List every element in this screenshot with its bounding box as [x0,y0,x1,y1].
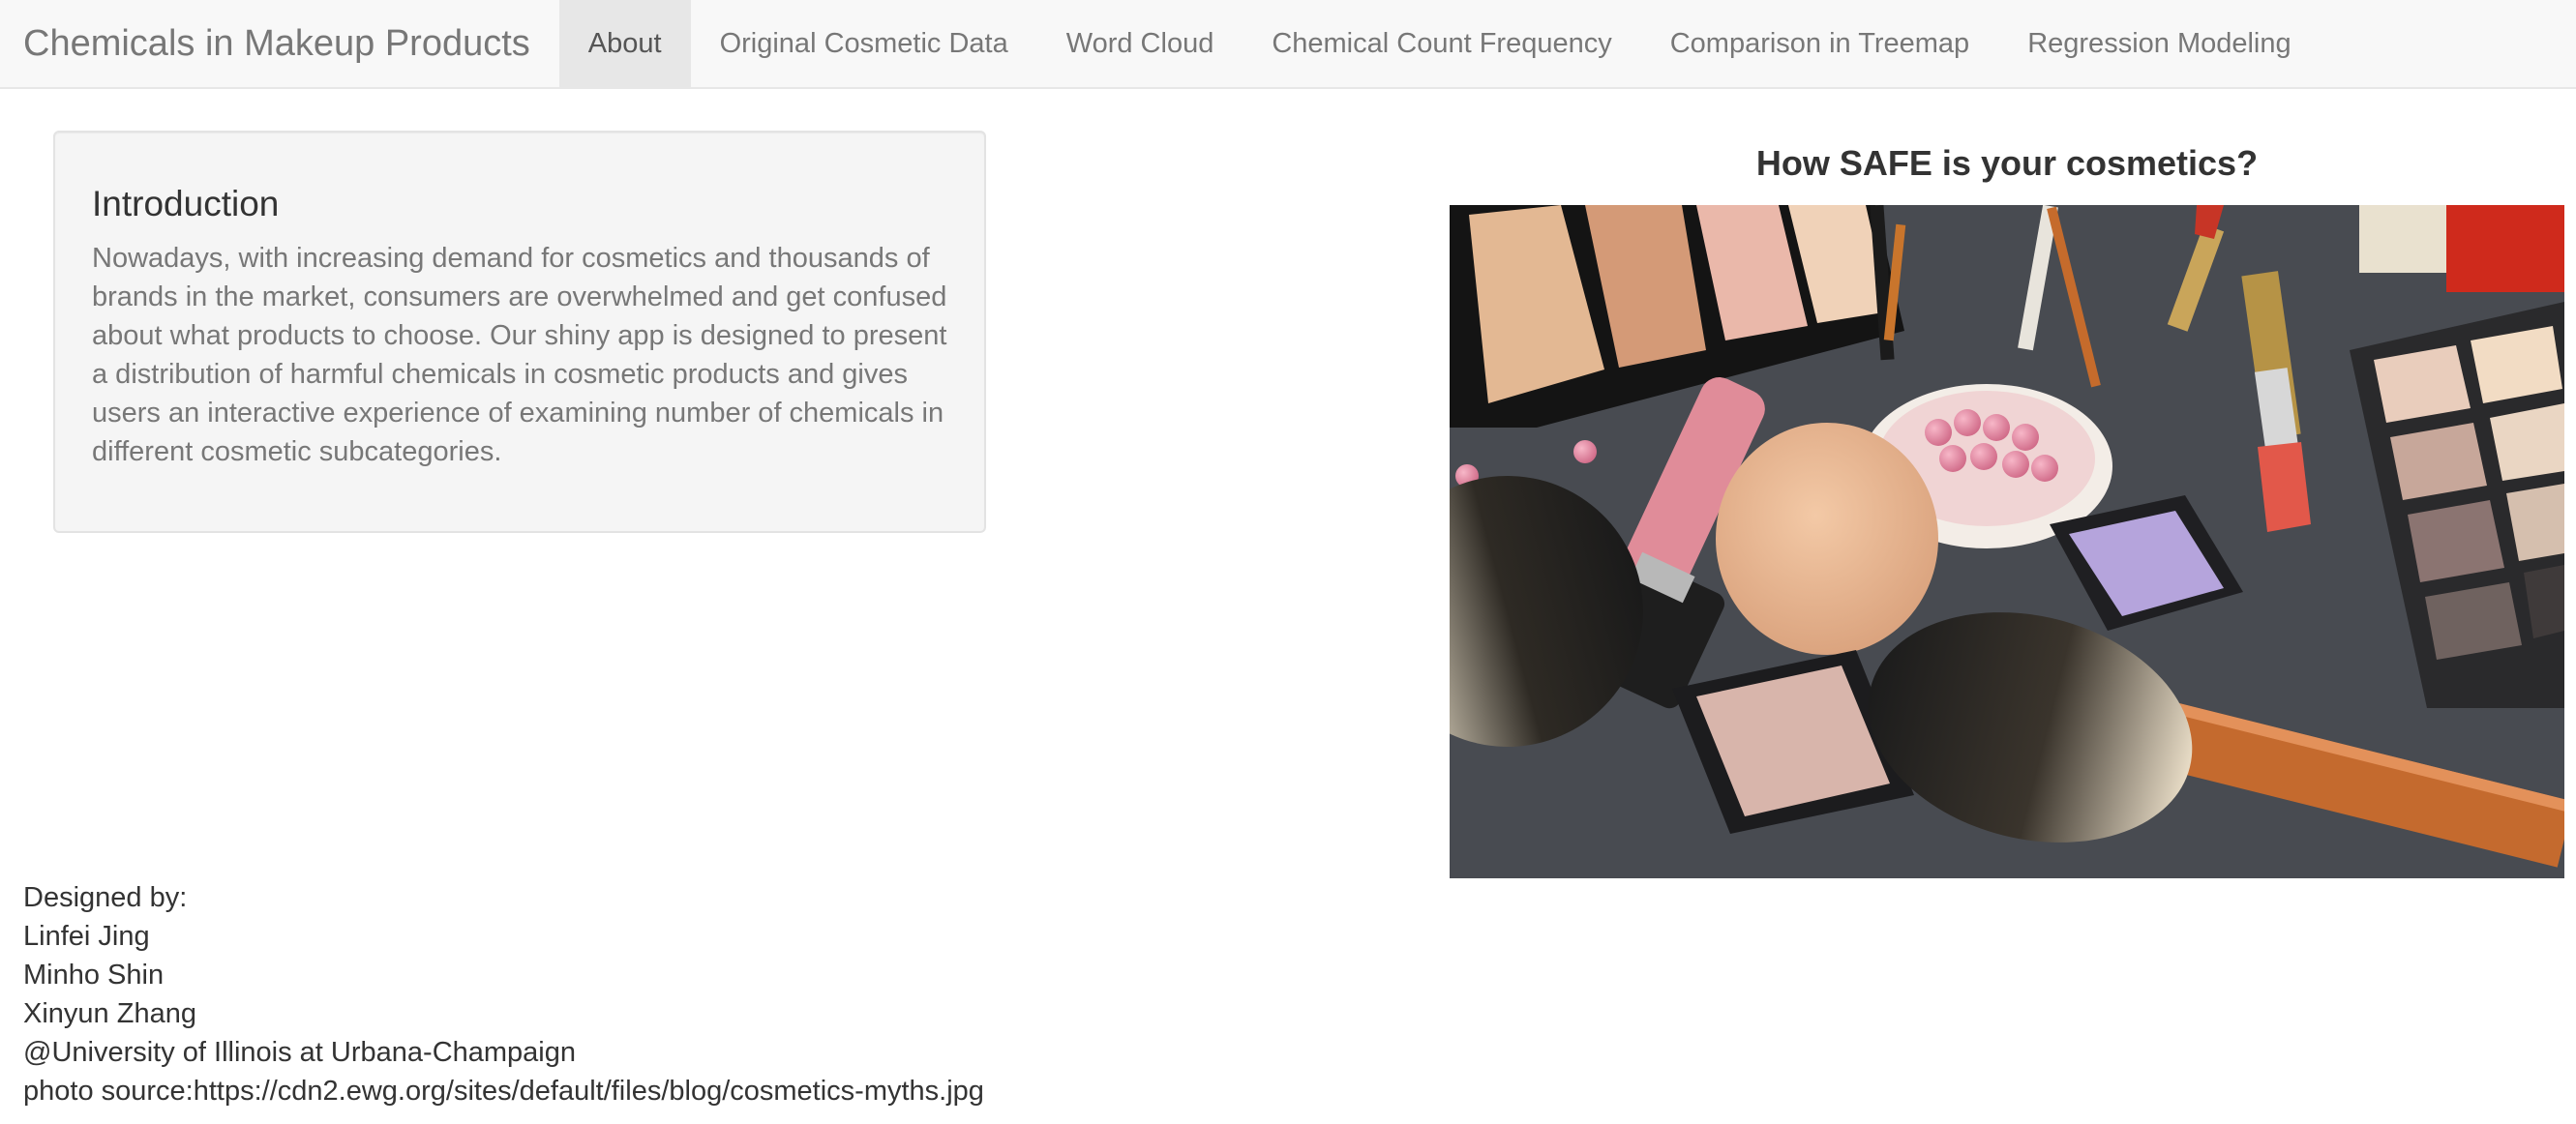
nav-tabs: About Original Cosmetic Data Word Cloud … [558,0,2321,87]
cosmetics-photo [1450,205,2564,878]
tab-comparison-in-treemap[interactable]: Comparison in Treemap [1641,0,1998,87]
credits-section: Designed by: Linfei Jing Minho Shin Xiny… [23,878,984,1110]
author-name: Linfei Jing [23,921,150,952]
affiliation: @University of Illinois at Urbana-Champa… [23,1037,577,1068]
tab-original-cosmetic-data[interactable]: Original Cosmetic Data [691,0,1037,87]
introduction-panel: Introduction Nowadays, with increasing d… [53,131,986,533]
introduction-text: Nowadays, with increasing demand for cos… [92,243,947,468]
tab-chemical-count-frequency[interactable]: Chemical Count Frequency [1243,0,1640,87]
app-brand-title[interactable]: Chemicals in Makeup Products [0,0,559,87]
author-name: Minho Shin [23,960,165,991]
photo-source: photo source:https://cdn2.ewg.org/sites/… [23,1076,984,1107]
tab-regression-modeling[interactable]: Regression Modeling [1998,0,2320,87]
tab-word-cloud[interactable]: Word Cloud [1037,0,1243,87]
tab-about[interactable]: About [558,0,691,87]
image-panel-title: How SAFE is your cosmetics? [1755,143,2259,183]
top-navbar: Chemicals in Makeup Products About Origi… [0,0,2576,89]
powder-puff [1716,423,1938,655]
designed-by-label: Designed by: [23,882,188,913]
author-name: Xinyun Zhang [23,998,196,1029]
introduction-heading: Introduction [92,184,280,223]
